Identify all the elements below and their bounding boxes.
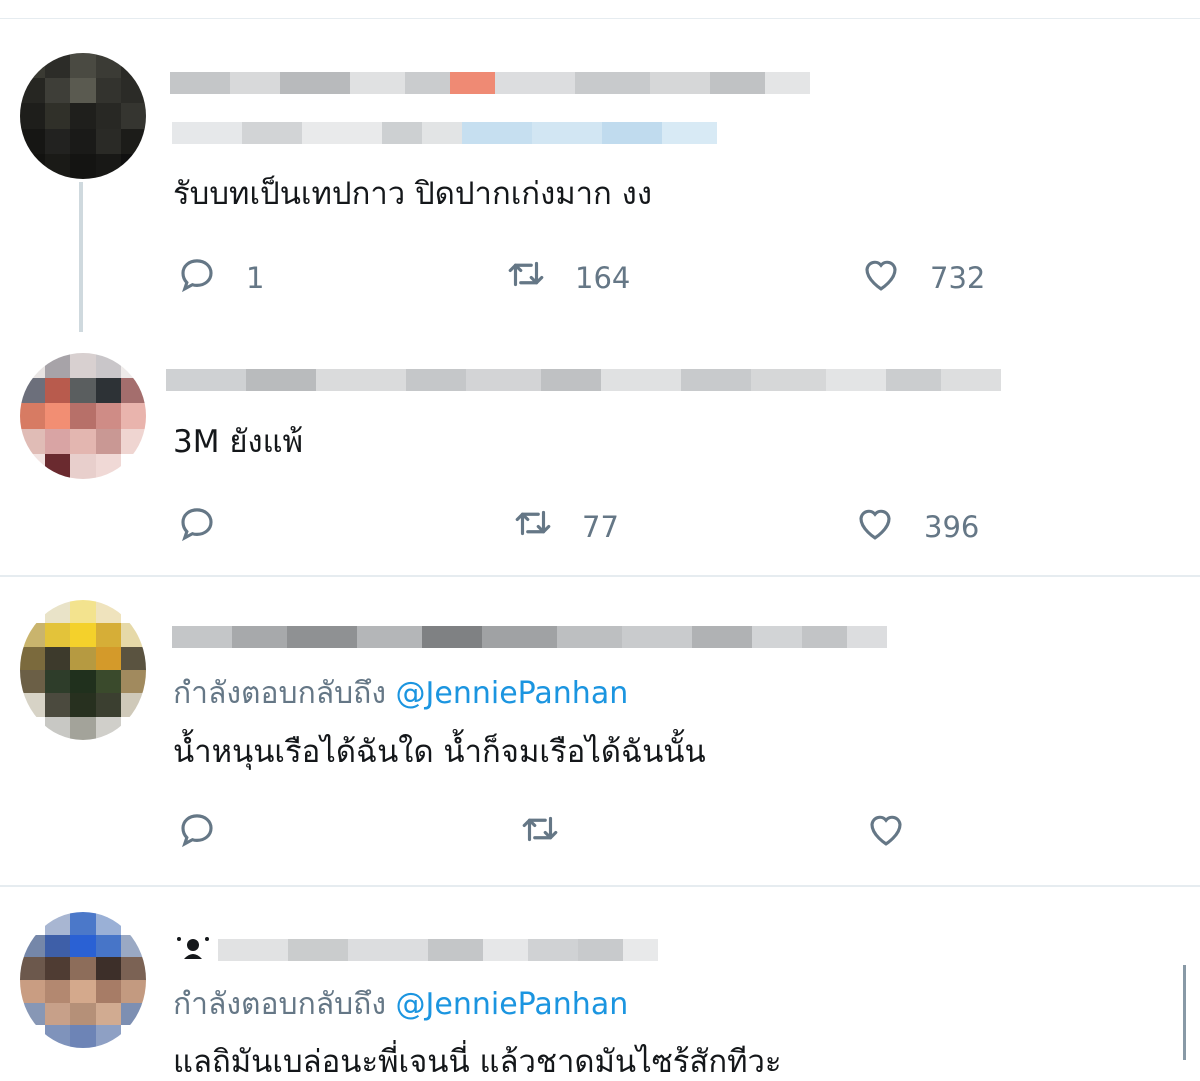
replying-to-label: กำลังตอบกลับถึง: [173, 987, 386, 1022]
emoji-icon: [176, 935, 210, 961]
tweet-text: 3M ยังแพ้: [173, 424, 304, 460]
avatar[interactable]: [20, 912, 146, 1048]
like-icon: [854, 502, 896, 551]
retweet-count: 77: [582, 509, 619, 544]
reply-count: 1: [246, 260, 265, 295]
like-icon: [860, 253, 902, 302]
retweet-button[interactable]: [519, 808, 589, 857]
retweet-icon: [512, 502, 554, 551]
like-button[interactable]: [865, 808, 935, 857]
mention-link[interactable]: @JenniePanhan: [396, 676, 629, 711]
retweet-count: 164: [575, 260, 631, 295]
tweet-text: รับบทเป็นเทปกาว ปิดปากเก่งมาก งง: [173, 176, 652, 212]
reply-icon: [176, 502, 218, 551]
reply-button[interactable]: [176, 502, 246, 551]
retweet-button[interactable]: 164: [505, 253, 630, 302]
like-count: 396: [924, 509, 980, 544]
mention-link[interactable]: @JenniePanhan: [396, 987, 629, 1022]
reply-button[interactable]: 1: [176, 253, 264, 302]
username-censored[interactable]: [172, 624, 887, 650]
reply-icon: [176, 253, 218, 302]
replying-to-label: กำลังตอบกลับถึง: [173, 676, 386, 711]
replying-to: กำลังตอบกลับถึง @JenniePanhan: [173, 676, 628, 712]
avatar[interactable]: [20, 353, 146, 479]
like-button[interactable]: 396: [854, 502, 979, 551]
tweet-text: น้ำหนุนเรือได้ฉันใด น้ำก็จมเรือได้ฉันนั้…: [173, 734, 706, 770]
tweet-text: แลถิมันเบล่อนะพี่เจนนี่ แล้วชาดมันไซร้สั…: [173, 1044, 782, 1080]
tweet-divider: [0, 575, 1200, 577]
username-censored[interactable]: [166, 367, 1001, 393]
scrollbar[interactable]: [1183, 965, 1186, 1060]
reply-button[interactable]: [176, 808, 246, 857]
replying-to: กำลังตอบกลับถึง @JenniePanhan: [173, 987, 628, 1023]
tweet-divider: [0, 885, 1200, 887]
thread-connector: [79, 182, 83, 332]
avatar[interactable]: [20, 53, 146, 179]
retweet-button[interactable]: 77: [512, 502, 619, 551]
reply-icon: [176, 808, 218, 857]
like-icon: [865, 808, 907, 857]
retweet-icon: [505, 253, 547, 302]
handle-censored[interactable]: [172, 120, 717, 146]
avatar[interactable]: [20, 600, 146, 740]
username-censored[interactable]: [218, 937, 658, 963]
username-censored[interactable]: [170, 70, 810, 96]
like-button[interactable]: 732: [860, 253, 985, 302]
top-divider: [0, 18, 1200, 19]
retweet-icon: [519, 808, 561, 857]
like-count: 732: [930, 260, 986, 295]
